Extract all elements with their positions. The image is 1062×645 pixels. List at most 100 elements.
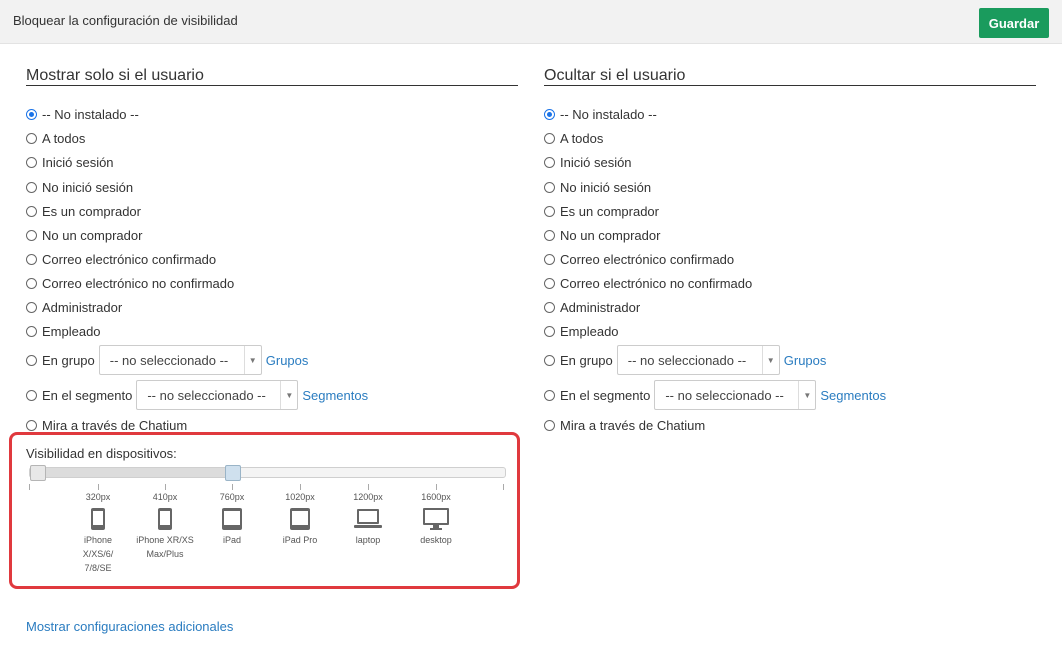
slider-tick bbox=[300, 484, 301, 490]
option-no-instalado[interactable]: -- No instalado -- bbox=[544, 104, 657, 124]
option-correo-electronico-no-confirmado[interactable]: Correo electrónico no confirmado bbox=[26, 273, 234, 293]
group-select[interactable]: -- no seleccionado -- ▼ bbox=[616, 345, 780, 375]
radio-button[interactable] bbox=[544, 354, 555, 366]
radio-button[interactable] bbox=[544, 253, 555, 265]
option-en-el-segmento[interactable]: En el segmento -- no seleccionado -- ▼ Segm… bbox=[544, 380, 886, 410]
option-no-inicio-sesion[interactable]: No inició sesión bbox=[544, 177, 651, 197]
option-label: Mira a través de Chatium bbox=[560, 417, 706, 433]
option-label: Administrador bbox=[42, 299, 123, 315]
radio-button[interactable] bbox=[26, 132, 37, 144]
option-en-grupo[interactable]: En grupo -- no seleccionado -- ▼ Grupos bbox=[26, 345, 309, 375]
segment-select[interactable]: -- no seleccionado -- ▼ bbox=[654, 380, 817, 410]
groups-link[interactable]: Grupos bbox=[266, 353, 309, 368]
slider-tick bbox=[29, 484, 30, 490]
chevron-down-icon[interactable]: ▼ bbox=[280, 381, 297, 409]
phone-icon bbox=[135, 505, 195, 533]
option-administrador[interactable]: Administrador bbox=[544, 297, 640, 317]
option-correo-electronico-confirmado[interactable]: Correo electrónico confirmado bbox=[26, 249, 216, 269]
slider-end-handle[interactable] bbox=[225, 465, 241, 481]
radio-button[interactable] bbox=[26, 229, 37, 241]
radio-button[interactable] bbox=[544, 108, 555, 120]
device-width-label: 320px bbox=[85, 492, 111, 502]
option-empleado[interactable]: Empleado bbox=[26, 321, 101, 341]
option-correo-electronico-confirmado[interactable]: Correo electrónico confirmado bbox=[544, 249, 734, 269]
device-name: desktop bbox=[420, 535, 452, 545]
slider-start-handle[interactable] bbox=[30, 465, 46, 481]
group-select[interactable]: -- no seleccionado -- ▼ bbox=[98, 345, 262, 375]
radio-button[interactable] bbox=[544, 229, 555, 241]
option-label: Correo electrónico no confirmado bbox=[42, 275, 235, 291]
save-button[interactable]: Guardar bbox=[979, 8, 1049, 38]
radio-button[interactable] bbox=[26, 156, 37, 168]
device-width-label: 1600px bbox=[421, 492, 451, 502]
radio-button[interactable] bbox=[544, 277, 555, 289]
slider-tick bbox=[368, 484, 369, 490]
radio-button[interactable] bbox=[26, 108, 37, 120]
radio-button[interactable] bbox=[544, 301, 555, 313]
select-value: -- no seleccionado -- bbox=[665, 387, 784, 403]
chevron-down-icon[interactable]: ▼ bbox=[761, 346, 779, 374]
option-no-un-comprador[interactable]: No un comprador bbox=[544, 225, 660, 245]
option-label: Administrador bbox=[560, 299, 641, 315]
radio-button[interactable] bbox=[26, 301, 37, 313]
radio-button[interactable] bbox=[544, 389, 555, 401]
device-name: laptop bbox=[355, 535, 381, 545]
device-name: iPad Pro bbox=[282, 535, 318, 545]
chevron-down-icon[interactable]: ▼ bbox=[243, 346, 261, 374]
segment-select[interactable]: -- no seleccionado -- ▼ bbox=[136, 380, 299, 410]
option-empleado[interactable]: Empleado bbox=[544, 321, 619, 341]
option-correo-electronico-no-confirmado[interactable]: Correo electrónico no confirmado bbox=[544, 273, 752, 293]
option-label: Es un comprador bbox=[42, 203, 141, 219]
slider-tick bbox=[232, 484, 233, 490]
option-inicio-sesion[interactable]: Inició sesión bbox=[26, 152, 114, 172]
option-en-el-segmento[interactable]: En el segmento -- no seleccionado -- ▼ Segm… bbox=[26, 380, 368, 410]
show-if-heading: Mostrar solo si el usuario bbox=[26, 66, 518, 86]
hide-if-column: Ocultar si el usuario -- No instalado --… bbox=[544, 66, 1036, 433]
device-range-slider[interactable] bbox=[29, 465, 506, 481]
option-label: Empleado bbox=[560, 323, 619, 339]
show-if-column: Mostrar solo si el usuario -- No instala… bbox=[26, 66, 518, 433]
option-es-un-comprador[interactable]: Es un comprador bbox=[26, 201, 141, 221]
option-en-grupo[interactable]: En grupo -- no seleccionado -- ▼ Grupos bbox=[544, 345, 827, 375]
radio-button[interactable] bbox=[544, 205, 555, 217]
option-label: A todos bbox=[42, 130, 86, 146]
radio-button[interactable] bbox=[26, 325, 37, 337]
radio-button[interactable] bbox=[544, 181, 555, 193]
segments-link[interactable]: Segmentos bbox=[820, 388, 886, 403]
option-mira-a-traves-de-chatium[interactable]: Mira a través de Chatium bbox=[544, 415, 705, 435]
radio-button[interactable] bbox=[26, 389, 37, 401]
slider-tick bbox=[165, 484, 166, 490]
option-no-instalado[interactable]: -- No instalado -- bbox=[26, 104, 139, 124]
option-a-todos[interactable]: A todos bbox=[544, 128, 603, 148]
radio-button[interactable] bbox=[26, 181, 37, 193]
segments-link[interactable]: Segmentos bbox=[302, 388, 368, 403]
device-iphone-0: 320px iPhone X/XS/6/ 7/8/SE bbox=[68, 491, 128, 575]
radio-button[interactable] bbox=[26, 419, 37, 431]
tablet-icon bbox=[270, 505, 330, 533]
option-no-inicio-sesion[interactable]: No inició sesión bbox=[26, 177, 133, 197]
option-es-un-comprador[interactable]: Es un comprador bbox=[544, 201, 659, 221]
radio-button[interactable] bbox=[544, 156, 555, 168]
show-additional-settings-link[interactable]: Mostrar configuraciones adicionales bbox=[26, 619, 233, 634]
option-a-todos[interactable]: A todos bbox=[26, 128, 85, 148]
option-label: Correo electrónico confirmado bbox=[560, 251, 735, 267]
slider-selected-range bbox=[30, 468, 233, 477]
laptop-icon bbox=[338, 505, 398, 533]
slider-tick bbox=[98, 484, 99, 490]
groups-link[interactable]: Grupos bbox=[784, 353, 827, 368]
radio-button[interactable] bbox=[26, 354, 37, 366]
radio-button[interactable] bbox=[544, 325, 555, 337]
option-inicio-sesion[interactable]: Inició sesión bbox=[544, 152, 632, 172]
chevron-down-icon[interactable]: ▼ bbox=[798, 381, 815, 409]
radio-button[interactable] bbox=[544, 132, 555, 144]
option-label: Empleado bbox=[42, 323, 101, 339]
radio-button[interactable] bbox=[26, 277, 37, 289]
device-name: iPhone X/XS/6/ 7/8/SE bbox=[82, 535, 114, 573]
radio-button[interactable] bbox=[544, 419, 555, 431]
option-administrador[interactable]: Administrador bbox=[26, 297, 122, 317]
radio-button[interactable] bbox=[26, 253, 37, 265]
radio-button[interactable] bbox=[26, 205, 37, 217]
option-no-un-comprador[interactable]: No un comprador bbox=[26, 225, 142, 245]
option-label: En grupo bbox=[42, 352, 95, 368]
device-desktop-5: 1600px desktop bbox=[406, 491, 466, 547]
